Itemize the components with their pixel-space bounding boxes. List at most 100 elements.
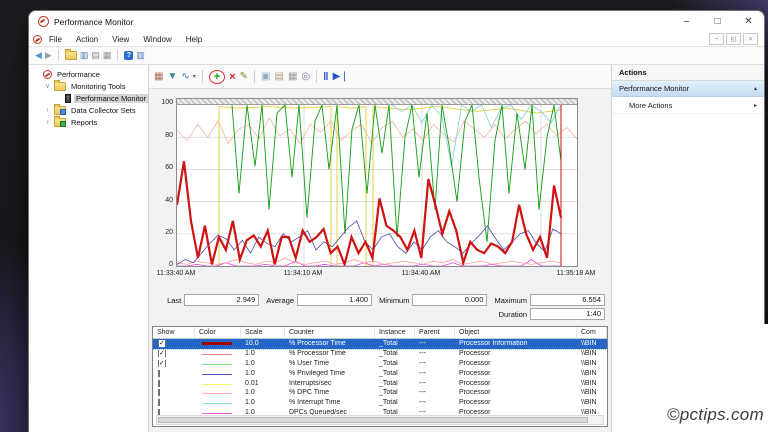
view-current-activity-icon[interactable]: ▦ [154,72,163,82]
tree-item-monitoring-tools[interactable]: ∨Monitoring Tools [29,80,148,92]
chart-type-dropdown-icon[interactable]: ▾ [193,73,196,80]
x-tick-label: 11:34:10 AM [284,270,323,277]
minimize-button[interactable]: – [671,11,702,32]
mdi-close-button[interactable]: × [743,33,758,45]
mdi-restore-button[interactable]: ◱ [726,33,741,45]
counter-row[interactable]: ✓10.0% Processor Time_Total---Processor … [153,339,607,349]
column-header-show[interactable]: Show [153,327,195,338]
title-bar[interactable]: Performance Monitor – □ ✕ [29,11,764,32]
help-icon[interactable]: ? [124,51,133,60]
tree-item-data-collector-sets[interactable]: › Data Collector Sets [29,104,148,116]
y-tick-label: 20 [149,229,173,236]
chart-type-icon[interactable]: ∿ [181,72,189,82]
app-icon [38,16,49,27]
last-value: 2.949 [184,294,259,306]
expander-icon[interactable]: ∨ [44,82,51,90]
column-header-parent[interactable]: Parent [415,327,455,338]
show-checkbox[interactable] [158,389,160,396]
show-checkbox[interactable]: ✓ [158,340,166,347]
tree-item-label: Reports [69,118,99,127]
tree-item-label: Data Collector Sets [69,106,138,115]
cell-computer: \\BIN [577,350,607,357]
cell-scale: 1.0 [241,370,285,377]
column-header-counter[interactable]: Counter [285,327,375,338]
show-checkbox[interactable] [158,399,160,406]
more-actions-item[interactable]: More Actions ▸ [612,97,764,114]
color-swatch [202,354,232,355]
console-icon [33,35,42,44]
counter-row[interactable]: 1.0% DPC Time_Total---Processor\\BIN [153,388,607,398]
cell-scale: 1.0 [241,360,285,367]
column-header-instance[interactable]: Instance [375,327,415,338]
maximum-label: Maximum [494,296,527,305]
actions-section-performance-monitor[interactable]: Performance Monitor ▴ [612,81,764,97]
column-header-com[interactable]: Com [577,327,607,338]
expander-icon[interactable]: › [44,107,51,114]
add-counter-icon[interactable]: + [214,72,220,82]
print-icon[interactable]: ▦ [103,51,112,60]
window-controls: – □ ✕ [671,11,764,32]
cell-instance: _Total [375,360,415,367]
add-highlight-circle: + [209,70,225,84]
scrollbar-thumb[interactable] [158,417,588,423]
counter-row[interactable]: 1.0% Interrupt Time_Total---Processor\\B… [153,398,607,408]
column-header-object[interactable]: Object [455,327,577,338]
paste-counter-list-icon[interactable]: ▤ [274,72,283,82]
chart-plot[interactable] [176,98,578,267]
zoom-icon[interactable]: ◎ [301,72,310,82]
mmc-toolbar: ◀▶▥▤▦?▥ [29,47,764,65]
counter-row[interactable]: ✓1.0% User Time_Total---Processor\\BIN [153,359,607,369]
maximize-button[interactable]: □ [702,11,733,32]
tree-item-performance-monitor[interactable]: Performance Monitor [29,92,148,104]
properties-icon[interactable]: ▦ [288,72,297,82]
tree-item-reports[interactable]: › Reports [29,116,148,128]
cell-scale: 1.0 [241,399,285,406]
collapse-icon[interactable]: ▴ [754,85,757,92]
view-log-data-icon[interactable]: ▼ [167,72,177,82]
tree-item-performance[interactable]: Performance [29,68,148,80]
menu-window[interactable]: Window [136,35,178,44]
folder-green-icon [54,118,66,127]
cell-counter: % DPC Time [285,389,375,396]
menu-action[interactable]: Action [69,35,105,44]
new-window-icon[interactable]: ▥ [136,51,145,60]
cell-scale: 10.0 [241,340,285,347]
counter-table-header: ShowColorScaleCounterInstanceParentObjec… [153,327,607,339]
counter-table-body: ✓10.0% Processor Time_Total---Processor … [153,339,607,417]
delete-icon[interactable]: × [229,72,235,82]
back-icon[interactable]: ◀ [35,51,42,60]
forward-icon[interactable]: ▶ [45,51,52,60]
counter-row[interactable]: ✓1.0% Processor Time_Total---Processor\\… [153,349,607,359]
copy-properties-icon[interactable]: ▣ [261,72,270,82]
menu-help[interactable]: Help [179,35,209,44]
color-swatch [202,364,232,365]
cell-parent: --- [415,370,455,377]
counter-row[interactable]: 1.0% Privileged Time_Total---Processor\\… [153,368,607,378]
expander-icon[interactable]: › [44,119,51,126]
show-console-tree-icon[interactable]: ▥ [80,51,89,60]
up-folder-icon[interactable] [65,51,77,60]
export-list-icon[interactable]: ▤ [91,51,100,60]
freeze-display-icon[interactable]: ‖ [323,72,328,82]
menu-view[interactable]: View [105,35,136,44]
close-button[interactable]: ✕ [733,11,764,32]
cell-counter: % Privileged Time [285,370,375,377]
show-checkbox[interactable] [158,370,160,377]
cell-instance: _Total [375,380,415,387]
mdi-minimize-button[interactable]: − [709,33,724,45]
show-checkbox[interactable]: ✓ [158,350,166,357]
counter-row[interactable]: 0.01Interrupts/sec_Total---Processor\\BI… [153,378,607,388]
cell-parent: --- [415,389,455,396]
column-header-scale[interactable]: Scale [241,327,285,338]
cell-parent: --- [415,350,455,357]
cell-object: Processor [455,370,577,377]
show-checkbox[interactable] [158,380,160,387]
series--dpc-time [177,258,561,264]
column-header-color[interactable]: Color [195,327,241,338]
show-checkbox[interactable]: ✓ [158,360,166,367]
menu-file[interactable]: File [42,35,69,44]
highlight-icon[interactable]: ✎ [240,72,248,82]
cell-instance: _Total [375,370,415,377]
horizontal-scrollbar[interactable] [156,415,604,425]
update-data-icon[interactable]: ▶❘ [333,72,349,82]
